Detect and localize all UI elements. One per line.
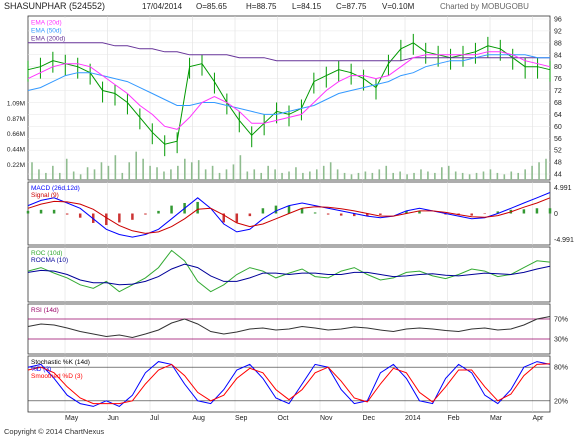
price-tick-label: 64 [554, 112, 562, 119]
price-tick-label: 44 [554, 172, 562, 179]
price-tick-label: 96 [554, 16, 562, 23]
rsi-tick-label: 30% [554, 337, 568, 344]
volume-tick-label: 0.22M [7, 162, 25, 169]
roc-legend-label: ROC (10d) [31, 250, 62, 257]
rsi-legend-label: RSI (14d) [31, 307, 59, 314]
price-tick-label: 48 [554, 160, 562, 167]
month-label: Jun [108, 415, 119, 422]
price-panel [27, 15, 551, 181]
month-label: Aug [193, 415, 206, 422]
price-tick-label: 52 [554, 148, 562, 155]
month-label: Oct [278, 415, 289, 422]
stoch-tick-label: 20% [554, 398, 568, 405]
chart-svg: 9692888480767268646056524844EMA (20d)EMA… [7, 15, 574, 422]
stoch-tick-label: 80% [554, 365, 568, 372]
chart-stage: SHASUNPHAR (524552) 17/04/2014 O=85.65 H… [0, 0, 584, 439]
signal-legend-label: Signal (9) [31, 192, 59, 199]
stoch-legend-label: Stochastic %K (14d) [31, 359, 90, 366]
price-tick-label: 68 [554, 100, 562, 107]
volume-tick-label: 0.66M [7, 131, 25, 138]
macd-legend-label: MACD (26d,12d) [31, 185, 80, 192]
price-tick-label: 76 [554, 76, 562, 83]
month-label: Sep [235, 415, 248, 422]
volume-tick-label: 0.44M [7, 146, 25, 153]
price-tick-label: 60 [554, 124, 562, 131]
rocma-legend-label: ROCMA (10) [31, 257, 68, 264]
macd-tick-label: 4.991 [554, 185, 572, 192]
price-tick-label: 80 [554, 64, 562, 71]
price-legend-label: EMA (50d) [31, 28, 62, 35]
stoch-d-legend-label: %D (3) [31, 366, 51, 373]
month-label: Feb [448, 415, 460, 422]
price-tick-label: 72 [554, 88, 562, 95]
month-label: Mar [490, 415, 503, 422]
macd-tick-label: -4.991 [554, 237, 574, 244]
price-tick-label: 92 [554, 28, 562, 35]
price-tick-label: 88 [554, 40, 562, 47]
macd-tick-label: 0 [554, 211, 558, 218]
month-label: Jul [150, 415, 159, 422]
month-label: Apr [533, 415, 545, 422]
month-label: Nov [320, 415, 333, 422]
copyright-label: Copyright © 2014 ChartNexus [4, 427, 105, 436]
volume-tick-label: 0.87M [7, 116, 25, 123]
month-label: May [65, 415, 79, 422]
price-tick-label: 56 [554, 136, 562, 143]
price-legend-label: EMA (200d) [31, 36, 65, 43]
price-tick-label: 84 [554, 52, 562, 59]
month-label: 2014 [405, 415, 421, 422]
volume-tick-label: 1.09M [7, 100, 25, 107]
price-legend-label: EMA (20d) [31, 20, 62, 27]
stoch-smoothed-legend-label: Smoothed %D (3) [31, 373, 83, 380]
month-label: Dec [363, 415, 376, 422]
rsi-tick-label: 70% [554, 317, 568, 324]
